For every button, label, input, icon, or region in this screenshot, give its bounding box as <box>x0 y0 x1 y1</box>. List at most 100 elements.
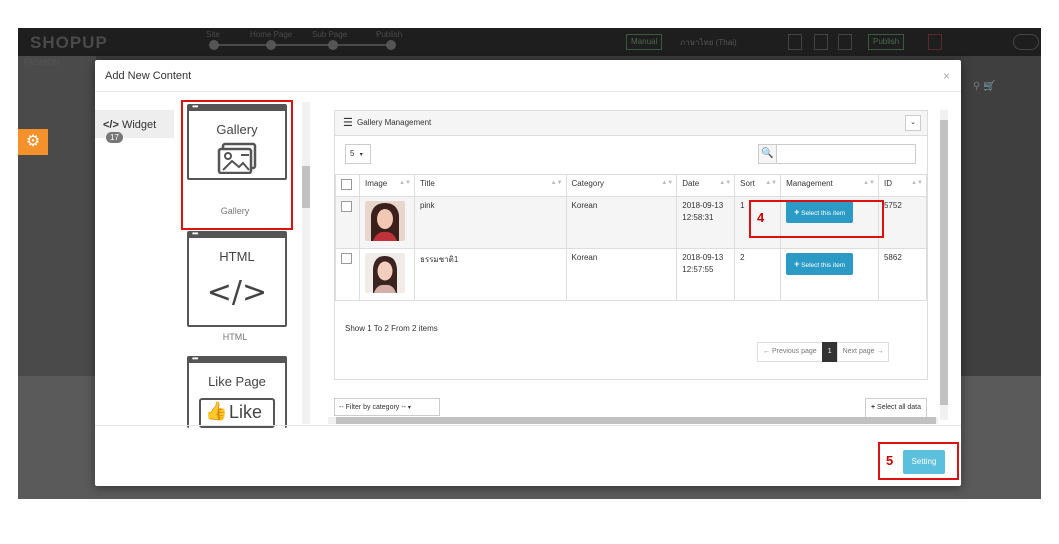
column-header[interactable]: Management ▲▼ <box>780 174 879 197</box>
modal-title: Add New Content <box>105 70 192 82</box>
power-icon[interactable] <box>928 34 942 50</box>
dots-icon: ••• <box>192 354 198 363</box>
image-cell <box>358 196 415 249</box>
title-cell: ธรรมชาติ1 <box>413 248 567 301</box>
column-header[interactable]: Category ▲▼ <box>565 174 678 197</box>
like-text: Like <box>229 402 263 422</box>
thumbs-up-icon: 👍 Like <box>199 398 275 428</box>
table-row: ธรรมชาติ1 Korean 2018-09-13 12:57:55 2 + … <box>335 248 928 301</box>
code-icon: </> <box>103 119 119 131</box>
sort-icon: ▲▼ <box>550 180 563 186</box>
next-page-button[interactable]: Next page → <box>836 342 890 362</box>
thumbnail-image <box>364 253 405 293</box>
category-cell: Korean <box>565 196 678 249</box>
sort-icon: ▲▼ <box>765 180 778 186</box>
column-label: Management <box>786 179 833 188</box>
column-label: Sort <box>740 179 755 188</box>
widget-card-html[interactable]: ••• HTML </> <box>187 229 287 327</box>
page-1-button[interactable]: 1 <box>821 342 838 362</box>
highlight-box-select <box>749 200 884 238</box>
content-scrollbar[interactable] <box>940 110 948 420</box>
id-cell: 5752 <box>877 196 928 249</box>
user-icon[interactable] <box>1013 34 1039 50</box>
top-bar: SHOPUP Site Home Page Sub Page Publish M… <box>18 28 1041 56</box>
column-label: Category <box>571 179 604 188</box>
column-header[interactable]: ID ▲▼ <box>877 174 928 197</box>
background-photo <box>18 56 96 376</box>
desktop-icon[interactable] <box>788 34 802 50</box>
sort-icon: ▲▼ <box>661 180 674 186</box>
gallery-panel: ☰ Gallery Management ⌄ 5 ▾ 🔍 Image ▲▼ Tit… <box>334 110 928 380</box>
sort-icon: ▲▼ <box>719 180 732 186</box>
collapse-toggle[interactable]: ⌄ <box>905 115 921 131</box>
dots-icon: ••• <box>192 229 198 238</box>
page-length-select[interactable]: 5 ▾ <box>345 144 371 164</box>
search-input[interactable] <box>776 144 916 164</box>
column-header[interactable]: Image ▲▼ <box>358 174 415 197</box>
horizontal-scrollbar[interactable] <box>328 417 938 424</box>
filter-label: -- Filter by category -- <box>339 404 406 411</box>
time-text: 12:58:31 <box>682 213 714 222</box>
mobile-icon[interactable] <box>838 34 852 50</box>
widget-title: Like Page <box>208 374 266 389</box>
publish-button[interactable]: Publish <box>868 34 905 50</box>
step-label-publish: Publish <box>376 30 403 39</box>
manual-button[interactable]: Manual <box>626 34 663 50</box>
tablet-icon[interactable] <box>814 34 828 50</box>
logo: SHOPUP <box>30 33 108 52</box>
page-length-value: 5 <box>350 149 355 158</box>
column-label: Title <box>419 179 435 188</box>
card-header: ••• <box>189 354 285 363</box>
step-dot[interactable] <box>386 40 396 50</box>
sort-icon: ▲▼ <box>863 180 875 186</box>
widget-list-scrollbar[interactable] <box>302 102 310 424</box>
plus-icon: + <box>871 404 876 411</box>
widget-tab-label: </> Widget17 <box>103 119 174 143</box>
select-all-checkbox-cell[interactable] <box>335 174 360 197</box>
settings-gear-icon[interactable]: ⚙ <box>18 129 48 155</box>
previous-page-button[interactable]: ← Previous page <box>757 342 823 362</box>
close-icon[interactable]: × <box>943 69 950 83</box>
chevron-down-icon: ▾ <box>407 405 411 411</box>
row-checkbox-cell[interactable] <box>335 248 360 301</box>
scrollbar-thumb[interactable] <box>940 120 948 405</box>
widget-label-text: Widget <box>121 119 157 131</box>
table-info: Show 1 To 2 From 2 items <box>345 324 438 333</box>
column-header[interactable]: Date ▲▼ <box>676 174 736 197</box>
step-number-4: 4 <box>757 210 765 225</box>
row-checkbox-cell[interactable] <box>335 196 360 249</box>
plus-icon: + <box>794 259 800 269</box>
column-header[interactable]: Sort ▲▼ <box>734 174 782 197</box>
chevron-down-icon: ▾ <box>359 152 363 158</box>
date-text: 2018-09-13 <box>682 201 724 210</box>
widget-count-badge: 17 <box>106 132 123 143</box>
checkbox[interactable] <box>341 201 352 212</box>
table-header-row: Image ▲▼ Title ▲▼ Category ▲▼ Date ▲▼ Sort ▲▼… <box>335 174 928 197</box>
thumbnail-image <box>364 201 405 241</box>
step-dot[interactable] <box>266 40 276 50</box>
category-filter-select[interactable]: -- Filter by category -- ▾ <box>334 398 440 416</box>
search-icon: 🔍 <box>758 144 777 164</box>
select-all-button[interactable]: + Select all data <box>865 398 928 418</box>
checkbox[interactable] <box>341 179 352 190</box>
select-item-button[interactable]: + Select this item <box>786 253 854 275</box>
widget-card-like[interactable]: ••• Like Page 👍 Like <box>187 354 287 428</box>
widget-tab[interactable]: </> Widget17 <box>95 110 174 143</box>
language-select[interactable]: ภาษาไทย (Thai) <box>680 36 737 49</box>
card-header: ••• <box>189 229 285 238</box>
date-cell: 2018-09-13 12:58:31 <box>676 196 736 249</box>
management-cell: + Select this item <box>780 248 879 301</box>
checkbox[interactable] <box>341 253 352 264</box>
divider <box>95 91 961 92</box>
scrollbar-thumb[interactable] <box>302 166 310 208</box>
step-line <box>214 44 394 46</box>
scrollbar-thumb[interactable] <box>336 417 936 424</box>
search-cart-icon: ⚲ 🛒 <box>973 81 996 92</box>
step-dot[interactable] <box>209 40 219 50</box>
image-cell <box>358 248 415 301</box>
date-cell: 2018-09-13 12:57:55 <box>676 248 736 301</box>
column-header[interactable]: Title ▲▼ <box>413 174 567 197</box>
column-label: Date <box>682 179 700 188</box>
step-dot[interactable] <box>328 40 338 50</box>
step-label-site: Site <box>206 30 220 39</box>
